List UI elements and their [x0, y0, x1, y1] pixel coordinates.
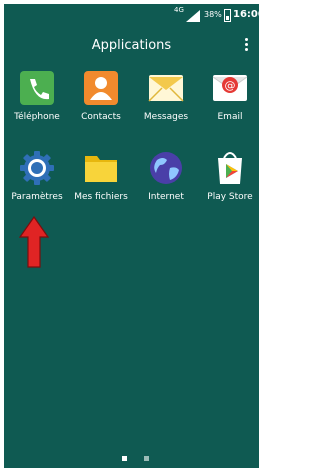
svg-text:@: @	[225, 79, 236, 92]
email-icon: @	[212, 70, 248, 106]
battery-percent: 38%	[204, 10, 222, 19]
signal-icon	[186, 10, 200, 22]
overflow-menu-icon[interactable]	[242, 38, 250, 54]
app-messages[interactable]: Messages	[134, 70, 198, 122]
app-label: Mes fichiers	[74, 192, 128, 202]
app-internet[interactable]: Internet	[134, 150, 198, 202]
page-dot-active[interactable]	[122, 456, 127, 461]
app-parametres[interactable]: Paramètres	[5, 150, 69, 202]
page-indicator	[4, 456, 259, 464]
messages-icon	[148, 70, 184, 106]
contacts-icon	[83, 70, 119, 106]
app-label: Paramètres	[11, 192, 63, 202]
phone-icon	[19, 70, 55, 106]
app-mes-fichiers[interactable]: Mes fichiers	[69, 150, 133, 202]
app-label: Téléphone	[14, 112, 60, 122]
red-arrow-icon	[19, 216, 49, 268]
settings-gear-icon	[19, 150, 55, 186]
app-telephone[interactable]: Téléphone	[5, 70, 69, 122]
folder-icon	[83, 150, 119, 186]
app-label: Email	[217, 112, 243, 122]
app-label: Internet	[148, 192, 184, 202]
app-label: Messages	[143, 112, 189, 122]
globe-icon	[148, 150, 184, 186]
page-dot[interactable]	[144, 456, 149, 461]
status-bar: 4G 38% 16:00	[4, 4, 259, 26]
clock: 16:00	[233, 9, 259, 20]
app-play-store[interactable]: Play Store	[198, 150, 259, 202]
network-type: 4G	[174, 6, 184, 14]
battery-icon	[224, 9, 231, 22]
app-label: Contacts	[81, 112, 121, 122]
app-email[interactable]: @ Email	[198, 70, 259, 122]
home-screen: 4G 38% 16:00 Applications Téléphone Cont…	[4, 4, 259, 468]
play-store-icon	[212, 150, 248, 186]
page-title: Applications	[91, 38, 172, 53]
app-contacts[interactable]: Contacts	[69, 70, 133, 122]
app-label: Play Store	[207, 192, 253, 202]
